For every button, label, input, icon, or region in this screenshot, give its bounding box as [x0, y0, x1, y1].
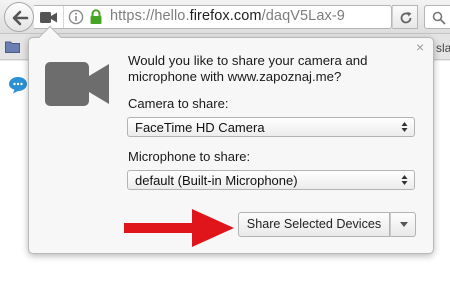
- folder-icon[interactable]: [5, 40, 20, 53]
- chat-bubble-icon[interactable]: [8, 76, 28, 94]
- microphone-select-value: default (Built-in Microphone): [135, 173, 298, 188]
- back-arrow-icon: [12, 10, 29, 26]
- back-button[interactable]: [4, 2, 34, 32]
- microphone-select[interactable]: default (Built-in Microphone): [127, 170, 415, 190]
- sharing-prompt: Would you like to share your camera and …: [128, 53, 368, 84]
- camera-select-value: FaceTime HD Camera: [135, 120, 265, 135]
- select-arrows-icon: [401, 175, 408, 185]
- chevron-down-icon: [400, 222, 408, 227]
- reload-button[interactable]: [392, 5, 418, 29]
- microphone-label: Microphone to share:: [128, 149, 251, 164]
- bookmark-item-label[interactable]: slac: [436, 41, 450, 55]
- info-icon[interactable]: [68, 9, 84, 25]
- camera-label: Camera to share:: [128, 96, 229, 111]
- share-options-dropdown[interactable]: [390, 212, 416, 237]
- share-selected-devices-button[interactable]: Share Selected Devices: [238, 212, 390, 237]
- navigation-toolbar: https://hello.firefox.com/daqV5Lax-9: [0, 0, 450, 34]
- camera-icon: [45, 62, 109, 106]
- close-icon[interactable]: ×: [416, 40, 424, 54]
- search-icon: [432, 11, 446, 25]
- search-field[interactable]: [424, 5, 450, 29]
- red-arrow-icon: [124, 209, 234, 247]
- lock-icon[interactable]: [89, 9, 103, 25]
- camera-select[interactable]: FaceTime HD Camera: [127, 117, 415, 137]
- url-path: /daqV5Lax-9: [261, 8, 345, 24]
- select-arrows-icon: [401, 122, 408, 132]
- camera-icon: [40, 12, 57, 23]
- reload-icon: [400, 11, 412, 24]
- url-prefix: https://hello.: [110, 8, 190, 24]
- share-split-button: Share Selected Devices: [238, 212, 416, 237]
- url-text: https://hello.firefox.com/daqV5Lax-9: [110, 8, 345, 24]
- url-bar[interactable]: https://hello.firefox.com/daqV5Lax-9: [34, 5, 392, 29]
- url-domain: firefox.com: [189, 8, 262, 24]
